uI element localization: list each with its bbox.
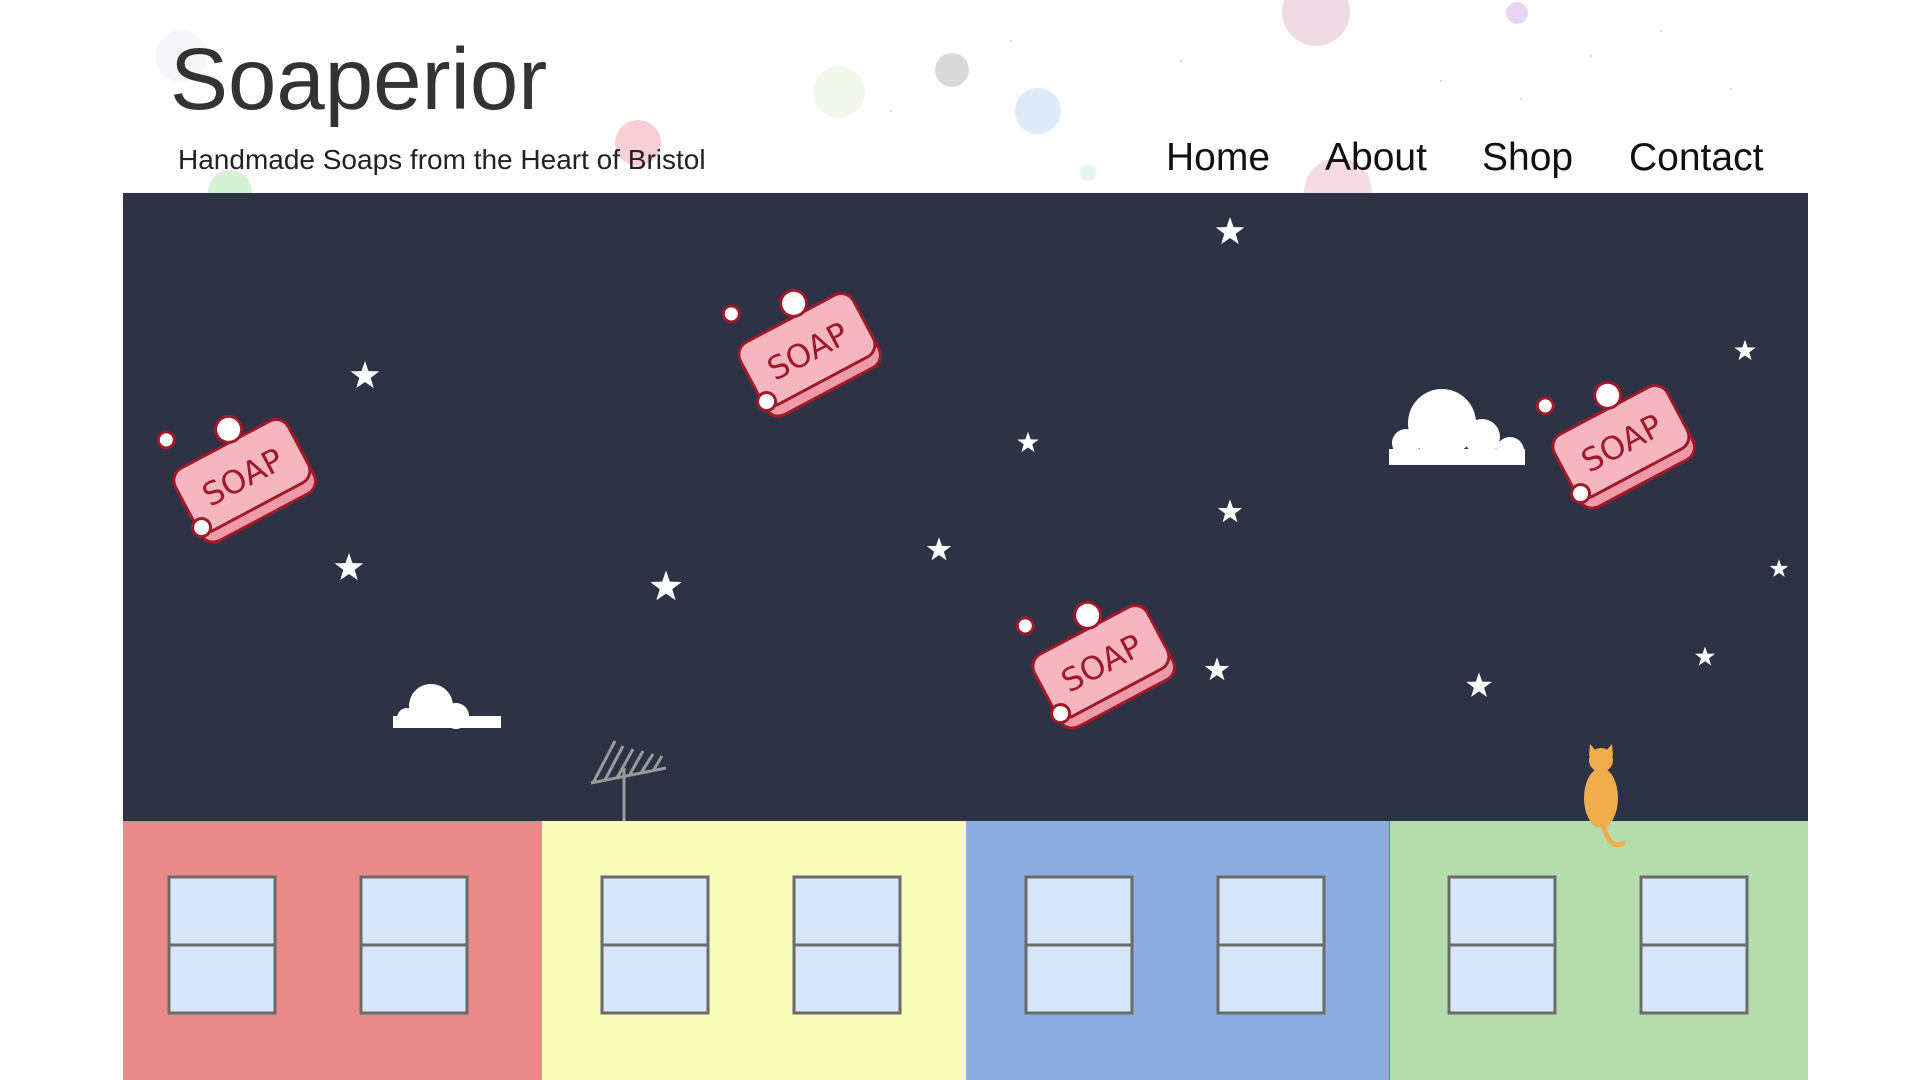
window: [600, 875, 710, 1015]
window: [167, 875, 277, 1015]
decorative-bubble: [1080, 165, 1096, 181]
decorative-bubble: [1506, 2, 1528, 24]
nav-home-link[interactable]: Home: [1166, 136, 1270, 180]
hero-svg: SOAP SOAP SOAP SOAP: [123, 193, 1808, 1080]
decorative-speck: [1660, 30, 1662, 32]
decorative-speck: [890, 110, 892, 112]
decorative-speck: [1730, 88, 1732, 90]
window: [1024, 875, 1134, 1015]
decorative-speck: [1440, 80, 1442, 82]
brand: Soaperior: [170, 36, 547, 123]
decorative-speck: [1590, 55, 1592, 57]
nav-shop-link[interactable]: Shop: [1482, 136, 1573, 180]
decorative-bubble: [1015, 88, 1061, 134]
window: [1447, 875, 1557, 1015]
window: [1216, 875, 1326, 1015]
nav-contact-link[interactable]: Contact: [1629, 136, 1763, 180]
tagline: Handmade Soaps from the Heart of Bristol: [178, 144, 706, 175]
hero-illustration: SOAP SOAP SOAP SOAP: [123, 193, 1808, 1080]
site-title[interactable]: Soaperior: [170, 36, 547, 123]
night-sky: [123, 193, 1808, 821]
decorative-bubble: [1282, 0, 1350, 46]
window: [792, 875, 902, 1015]
window: [359, 875, 469, 1015]
decorative-speck: [1520, 98, 1522, 100]
decorative-speck: [1180, 60, 1182, 62]
decorative-speck: [1010, 40, 1012, 42]
decorative-bubble: [935, 53, 969, 87]
decorative-bubble: [813, 66, 865, 118]
window: [1639, 875, 1749, 1015]
nav-about-link[interactable]: About: [1325, 136, 1427, 180]
